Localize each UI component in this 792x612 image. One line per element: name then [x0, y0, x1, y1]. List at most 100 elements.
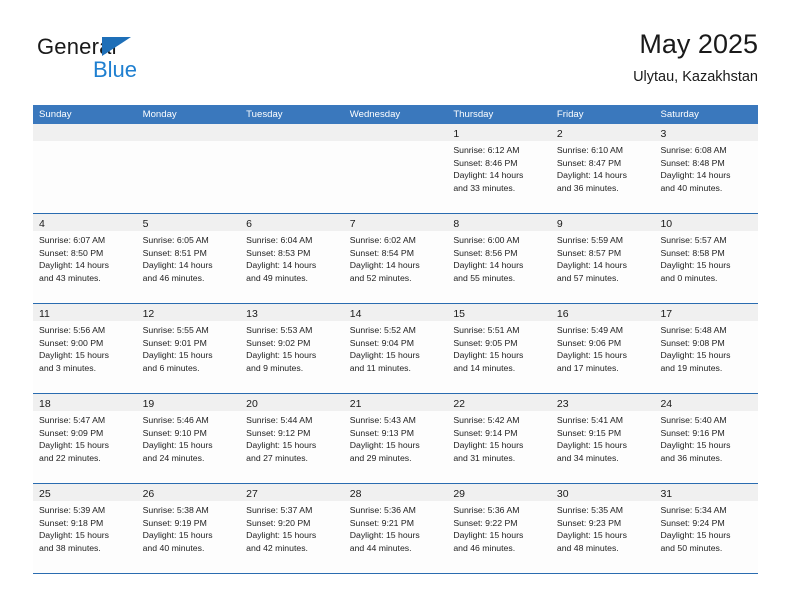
weekday-header-wednesday: Wednesday — [349, 109, 401, 120]
sunset-text: Sunset: 9:09 PM — [39, 427, 104, 438]
sunset-text: Sunset: 9:23 PM — [556, 517, 622, 528]
day-number: 16 — [556, 308, 569, 320]
sunrise-text: Sunrise: 6:00 AM — [453, 235, 520, 245]
day-number-band: 13 — [240, 304, 344, 321]
day-details: Sunrise: 5:39 AM Sunset: 9:18 PM Dayligh… — [33, 501, 137, 554]
general-blue-logo[interactable]: General Blue — [37, 36, 217, 92]
sunrise-text: Sunrise: 5:40 AM — [660, 415, 727, 425]
day-cell[interactable]: 16 Sunrise: 5:49 AM Sunset: 9:06 PM Dayl… — [550, 304, 655, 393]
day-cell[interactable]: 31 Sunrise: 5:34 AM Sunset: 9:24 PM Dayl… — [654, 484, 759, 573]
day-number-band: 7 — [343, 214, 448, 231]
day-number-band: 3 — [654, 124, 759, 141]
day-cell[interactable]: 4 Sunrise: 6:07 AM Sunset: 8:50 PM Dayli… — [33, 214, 137, 303]
daylight-text-line1: Daylight: 14 hours — [453, 260, 524, 271]
daylight-text-line2: and 3 minutes. — [39, 362, 96, 373]
sunset-text: Sunset: 8:47 PM — [556, 157, 622, 168]
daylight-text-line2: and 46 minutes. — [142, 272, 205, 283]
day-details: Sunrise: 5:36 AM Sunset: 9:21 PM Dayligh… — [344, 501, 448, 554]
day-cell[interactable] — [240, 124, 344, 213]
day-cell[interactable]: 14 Sunrise: 5:52 AM Sunset: 9:04 PM Dayl… — [343, 304, 448, 393]
day-cell[interactable]: 1 Sunrise: 6:12 AM Sunset: 8:46 PM Dayli… — [447, 124, 551, 213]
day-cell[interactable]: 28 Sunrise: 5:36 AM Sunset: 9:21 PM Dayl… — [343, 484, 448, 573]
day-number: 23 — [556, 398, 569, 410]
daylight-text-line1: Daylight: 15 hours — [142, 530, 213, 541]
sunrise-text: Sunrise: 5:56 AM — [39, 325, 106, 335]
sunrise-text: Sunrise: 6:10 AM — [556, 145, 624, 155]
day-cell[interactable]: 30 Sunrise: 5:35 AM Sunset: 9:23 PM Dayl… — [550, 484, 655, 573]
day-cell[interactable]: 3 Sunrise: 6:08 AM Sunset: 8:48 PM Dayli… — [654, 124, 759, 213]
day-cell[interactable]: 2 Sunrise: 6:10 AM Sunset: 8:47 PM Dayli… — [550, 124, 655, 213]
day-cell[interactable]: 13 Sunrise: 5:53 AM Sunset: 9:02 PM Dayl… — [240, 304, 344, 393]
day-number: 5 — [142, 218, 149, 230]
day-number: 3 — [660, 128, 667, 140]
day-details: Sunrise: 5:43 AM Sunset: 9:13 PM Dayligh… — [344, 411, 448, 464]
day-cell[interactable]: 15 Sunrise: 5:51 AM Sunset: 9:05 PM Dayl… — [447, 304, 551, 393]
day-cell[interactable]: 9 Sunrise: 5:59 AM Sunset: 8:57 PM Dayli… — [550, 214, 655, 303]
sunrise-text: Sunrise: 5:34 AM — [660, 505, 727, 515]
weekday-header-sunday: Sunday — [39, 109, 72, 120]
day-details: Sunrise: 6:04 AM Sunset: 8:53 PM Dayligh… — [240, 231, 344, 284]
day-number-band: 20 — [240, 394, 344, 411]
daylight-text-line2: and 34 minutes. — [556, 452, 619, 463]
day-details: Sunrise: 5:40 AM Sunset: 9:16 PM Dayligh… — [654, 411, 758, 464]
sunrise-text: Sunrise: 5:49 AM — [556, 325, 624, 335]
sunset-text: Sunset: 9:21 PM — [349, 517, 414, 528]
day-cell[interactable] — [343, 124, 448, 213]
day-number-band: 18 — [33, 394, 137, 411]
day-cell[interactable]: 5 Sunrise: 6:05 AM Sunset: 8:51 PM Dayli… — [136, 214, 241, 303]
daylight-text-line2: and 48 minutes. — [556, 542, 619, 553]
day-cell[interactable]: 11 Sunrise: 5:56 AM Sunset: 9:00 PM Dayl… — [33, 304, 137, 393]
daylight-text-line1: Daylight: 15 hours — [39, 350, 110, 361]
day-details: Sunrise: 6:00 AM Sunset: 8:56 PM Dayligh… — [447, 231, 551, 284]
day-details: Sunrise: 5:47 AM Sunset: 9:09 PM Dayligh… — [33, 411, 137, 464]
day-cell[interactable]: 10 Sunrise: 5:57 AM Sunset: 8:58 PM Dayl… — [654, 214, 759, 303]
sunset-text: Sunset: 9:06 PM — [556, 337, 622, 348]
day-cell[interactable]: 20 Sunrise: 5:44 AM Sunset: 9:12 PM Dayl… — [240, 394, 344, 483]
day-cell[interactable]: 23 Sunrise: 5:41 AM Sunset: 9:15 PM Dayl… — [550, 394, 655, 483]
day-number-band: 14 — [343, 304, 448, 321]
day-cell[interactable]: 21 Sunrise: 5:43 AM Sunset: 9:13 PM Dayl… — [343, 394, 448, 483]
daylight-text-line2: and 49 minutes. — [246, 272, 308, 283]
sunset-text: Sunset: 9:04 PM — [349, 337, 414, 348]
day-number: 31 — [660, 488, 673, 500]
daylight-text-line2: and 33 minutes. — [453, 182, 516, 193]
daylight-text-line1: Daylight: 15 hours — [246, 350, 317, 361]
sunset-text: Sunset: 9:24 PM — [660, 517, 725, 528]
day-cell[interactable]: 6 Sunrise: 6:04 AM Sunset: 8:53 PM Dayli… — [240, 214, 344, 303]
day-details: Sunrise: 5:37 AM Sunset: 9:20 PM Dayligh… — [240, 501, 344, 554]
day-number-band: 1 — [447, 124, 551, 141]
day-cell[interactable]: 17 Sunrise: 5:48 AM Sunset: 9:08 PM Dayl… — [654, 304, 759, 393]
day-number-band: 22 — [447, 394, 551, 411]
day-cell[interactable] — [33, 124, 137, 213]
sunrise-text: Sunrise: 5:35 AM — [556, 505, 624, 515]
day-cell[interactable]: 29 Sunrise: 5:36 AM Sunset: 9:22 PM Dayl… — [447, 484, 551, 573]
day-details: Sunrise: 5:42 AM Sunset: 9:14 PM Dayligh… — [447, 411, 551, 464]
sunrise-text: Sunrise: 5:43 AM — [349, 415, 416, 425]
day-cell[interactable]: 12 Sunrise: 5:55 AM Sunset: 9:01 PM Dayl… — [136, 304, 241, 393]
day-cell[interactable]: 18 Sunrise: 5:47 AM Sunset: 9:09 PM Dayl… — [33, 394, 137, 483]
day-number-band: 9 — [550, 214, 655, 231]
day-cell[interactable]: 25 Sunrise: 5:39 AM Sunset: 9:18 PM Dayl… — [33, 484, 137, 573]
daylight-text-line1: Daylight: 14 hours — [39, 260, 110, 271]
day-cell[interactable] — [136, 124, 241, 213]
day-cell[interactable]: 26 Sunrise: 5:38 AM Sunset: 9:19 PM Dayl… — [136, 484, 241, 573]
sunset-text: Sunset: 9:15 PM — [556, 427, 622, 438]
day-cell[interactable]: 22 Sunrise: 5:42 AM Sunset: 9:14 PM Dayl… — [447, 394, 551, 483]
day-cell[interactable]: 24 Sunrise: 5:40 AM Sunset: 9:16 PM Dayl… — [654, 394, 759, 483]
day-cell[interactable]: 7 Sunrise: 6:02 AM Sunset: 8:54 PM Dayli… — [343, 214, 448, 303]
sunrise-text: Sunrise: 5:37 AM — [246, 505, 313, 515]
day-cell[interactable]: 27 Sunrise: 5:37 AM Sunset: 9:20 PM Dayl… — [240, 484, 344, 573]
sunset-text: Sunset: 9:08 PM — [660, 337, 725, 348]
sunset-text: Sunset: 9:00 PM — [39, 337, 104, 348]
day-details: Sunrise: 5:35 AM Sunset: 9:23 PM Dayligh… — [551, 501, 655, 554]
daylight-text-line1: Daylight: 15 hours — [556, 530, 627, 541]
daylight-text-line2: and 27 minutes. — [246, 452, 308, 463]
daylight-text-line1: Daylight: 14 hours — [556, 260, 627, 271]
sunset-text: Sunset: 9:20 PM — [246, 517, 311, 528]
day-cell[interactable]: 8 Sunrise: 6:00 AM Sunset: 8:56 PM Dayli… — [447, 214, 551, 303]
sunset-text: Sunset: 8:46 PM — [453, 157, 518, 168]
day-details: Sunrise: 5:51 AM Sunset: 9:05 PM Dayligh… — [447, 321, 551, 374]
daylight-text-line2: and 46 minutes. — [453, 542, 516, 553]
day-number: 8 — [453, 218, 460, 230]
day-cell[interactable]: 19 Sunrise: 5:46 AM Sunset: 9:10 PM Dayl… — [136, 394, 241, 483]
